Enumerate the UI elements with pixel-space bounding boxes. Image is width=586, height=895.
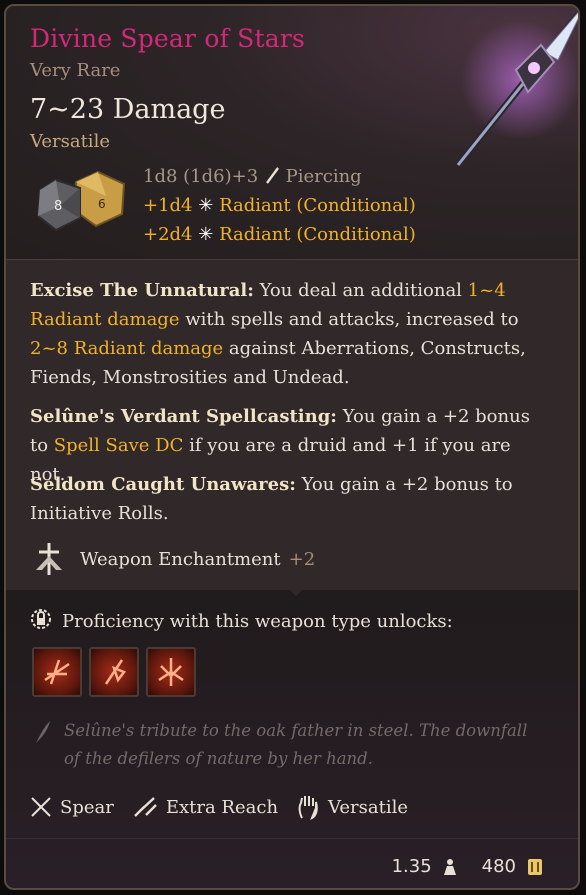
property-label: Extra Reach [165, 796, 279, 818]
damage-dice: 1d8 (1d6)+3 [143, 166, 259, 187]
damage-type: Radiant (Conditional) [219, 195, 416, 216]
flavor-text: Selûne's tribute to the oak father in st… [64, 721, 528, 768]
weapon-property: Versatile [30, 131, 110, 152]
weapon-enchantment[interactable]: Weapon Enchantment +2 [30, 539, 315, 579]
extra-reach-icon [133, 797, 157, 817]
proficiency-label: Proficiency with this weapon type unlock… [62, 610, 453, 632]
action-icon-2 [104, 659, 126, 685]
item-rarity: Very Rare [30, 60, 121, 81]
damage-type: Piercing [285, 166, 362, 187]
item-stats: 1.35 480 [392, 856, 544, 877]
panel-notch [288, 588, 304, 596]
weapon-properties: Spear Extra Reach Versatile [30, 794, 408, 820]
enchantment-icon [36, 543, 62, 575]
spear-item-image [455, 9, 578, 168]
ability-excise: Excise The Unnatural: You deal an additi… [30, 280, 526, 388]
damage-type: Radiant (Conditional) [219, 224, 416, 245]
item-name: Divine Spear of Stars [30, 24, 306, 53]
damage-line-base: 1d8 (1d6)+3 Piercing [143, 166, 362, 187]
property-spear[interactable]: Spear [30, 794, 114, 820]
enchantment-label: Weapon Enchantment [80, 548, 281, 570]
property-extra-reach[interactable]: Extra Reach [132, 794, 278, 820]
unlock-action-3[interactable] [146, 647, 196, 697]
unlock-action-2[interactable] [89, 647, 139, 697]
damage-line-radiant-1: +1d4 ✳ Radiant (Conditional) [143, 195, 416, 216]
gold-coin-icon [528, 858, 542, 875]
versatile-hand-icon [298, 796, 318, 820]
radiant-icon: ✳ [198, 224, 214, 245]
proficiency-lock-icon [31, 609, 51, 629]
property-label: Spear [60, 796, 114, 818]
die-label-d6: 6 [98, 197, 106, 211]
gold-value: 480 [481, 856, 516, 877]
damage-dice: +2d4 [143, 224, 193, 245]
action-icon-3 [158, 658, 184, 686]
property-versatile[interactable]: Versatile [296, 794, 408, 820]
die-label-d8: 8 [54, 199, 62, 214]
damage-dice: +1d4 [143, 195, 193, 216]
proficiency-header: Proficiency with this weapon type unlock… [30, 609, 453, 633]
ability-seldom: Seldom Caught Unawares: You gain a +2 bo… [30, 474, 513, 524]
quill-icon [36, 721, 50, 743]
spear-icon [31, 797, 51, 817]
weight-value: 1.35 [391, 856, 432, 877]
dice-icon: 8 6 [36, 170, 126, 232]
proficiency-unlocks [32, 647, 196, 697]
action-icon-1 [44, 659, 70, 685]
piercing-icon [265, 167, 279, 184]
unlock-action-1[interactable] [32, 647, 82, 697]
enchantment-value: +2 [288, 548, 316, 570]
radiant-icon: ✳ [198, 195, 214, 216]
damage-range: 7~23 Damage [30, 94, 226, 125]
property-label: Versatile [328, 796, 409, 818]
item-tooltip: Divine Spear of Stars Very Rare 7~23 Dam… [4, 4, 580, 890]
damage-line-radiant-2: +2d4 ✳ Radiant (Conditional) [143, 224, 416, 245]
weight-icon [443, 858, 456, 875]
footer-divider [6, 838, 578, 839]
